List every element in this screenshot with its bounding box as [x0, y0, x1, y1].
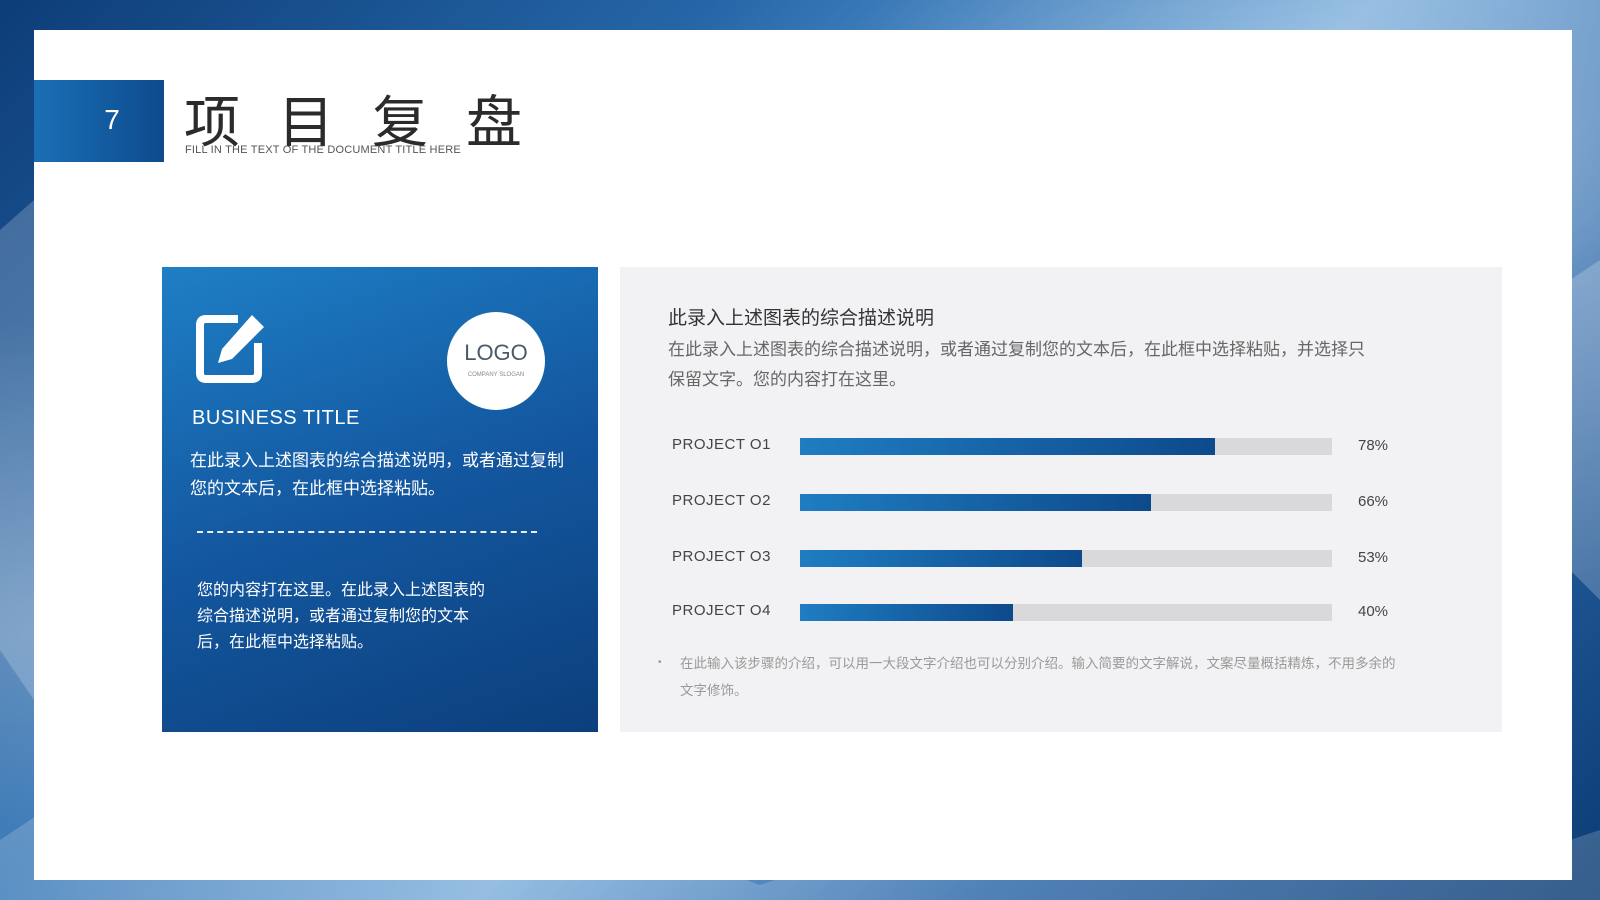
logo-slogan: COMPANY SLOGAN — [467, 372, 525, 378]
progress-fill — [800, 550, 1082, 567]
project-percent: 53% — [1358, 549, 1389, 566]
progress-fill — [800, 494, 1152, 511]
progress-track — [800, 604, 1332, 621]
logo-text: LOGO — [464, 340, 528, 365]
project-label: PROJECT O3 — [672, 548, 771, 565]
project-row: PROJECT O1 78% — [672, 433, 1412, 457]
progress-track — [800, 550, 1332, 567]
page-number: 7 — [104, 104, 120, 135]
bullet-icon: • — [658, 657, 662, 668]
business-card: LOGO COMPANY SLOGAN BUSINESS TITLE 在此录入上… — [162, 267, 598, 732]
business-title: BUSINESS TITLE — [192, 407, 360, 429]
slide: 7 项目复盘 FILL IN THE TEXT OF THE DOCUMENT … — [34, 30, 1572, 880]
dashed-divider — [197, 531, 537, 533]
chart-panel: 此录入上述图表的综合描述说明 在此录入上述图表的综合描述说明，或者通过复制您的文… — [620, 267, 1502, 732]
progress-track — [800, 438, 1332, 455]
progress-fill — [800, 604, 1013, 621]
project-row: PROJECT O2 66% — [672, 489, 1412, 513]
panel-heading: 此录入上述图表的综合描述说明 — [668, 307, 935, 329]
project-row: PROJECT O3 53% — [672, 545, 1412, 569]
progress-fill — [800, 438, 1215, 455]
business-description: 在此录入上述图表的综合描述说明，或者通过复制您的文本后，在此框中选择粘贴。 — [190, 451, 564, 499]
edit-icon — [196, 315, 264, 383]
panel-note: 在此输入该步骤的介绍，可以用一大段文字介绍也可以分别介绍。输入简要的文字解说，文… — [680, 656, 1396, 699]
panel-description: 在此录入上述图表的综合描述说明，或者通过复制您的文本后，在此框中选择粘贴，并选择… — [668, 340, 1365, 390]
project-percent: 40% — [1358, 603, 1389, 620]
logo: LOGO COMPANY SLOGAN — [447, 312, 545, 410]
page-subtitle: FILL IN THE TEXT OF THE DOCUMENT TITLE H… — [185, 144, 461, 156]
project-row: PROJECT O4 40% — [672, 599, 1412, 623]
project-label: PROJECT O1 — [672, 436, 771, 453]
progress-track — [800, 494, 1332, 511]
project-label: PROJECT O4 — [672, 602, 771, 619]
business-content-text: 您的内容打在这里。在此录入上述图表的综合描述说明，或者通过复制您的文本后，在此框… — [197, 580, 486, 651]
project-label: PROJECT O2 — [672, 492, 771, 509]
project-percent: 78% — [1358, 437, 1389, 454]
page-number-box: 7 — [34, 80, 164, 162]
project-percent: 66% — [1358, 493, 1389, 510]
